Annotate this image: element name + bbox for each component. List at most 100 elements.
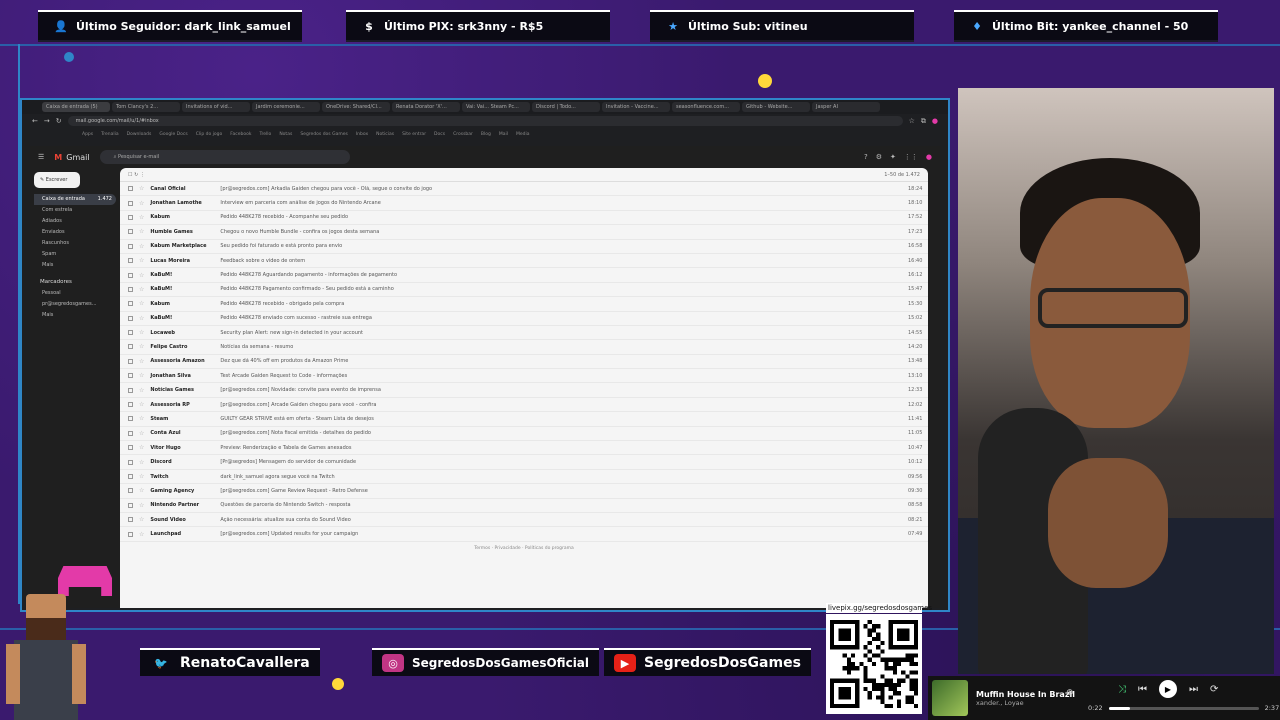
browser-tab[interactable]: Renata Dorator 'X'... [392, 102, 460, 112]
row-checkbox[interactable] [128, 358, 133, 364]
bookmark-item[interactable]: Inbox [356, 132, 368, 137]
email-row[interactable]: ☆ Nintendo Partner Questões de parceria do… [120, 499, 928, 513]
email-row[interactable]: ☆ Jonathan Lamothe Interview em parceria c… [120, 196, 928, 211]
email-row[interactable]: ☆ Canal Oficial [pr@segredos.com] Arkadia … [120, 182, 928, 197]
select-all-checkbox[interactable]: ☐ [128, 172, 132, 178]
url-field[interactable]: mail.google.com/mail/u/1/#inbox [67, 116, 903, 126]
star-icon[interactable]: ☆ [139, 387, 144, 394]
browser-tab[interactable]: Jasper AI [812, 102, 880, 112]
star-icon[interactable]: ☆ [139, 243, 144, 250]
menu-icon[interactable]: ☰ [38, 153, 44, 161]
star-icon[interactable]: ☆ [139, 401, 144, 408]
email-row[interactable]: ☆ Assessoria RP [pr@segredos.com] Arcade G… [120, 398, 928, 413]
row-checkbox[interactable] [128, 459, 133, 465]
star-icon[interactable]: ☆ [139, 473, 144, 480]
bookmark-star-icon[interactable]: ☆ [909, 117, 915, 125]
star-icon[interactable]: ☆ [139, 315, 144, 322]
row-checkbox[interactable] [128, 531, 133, 537]
row-checkbox[interactable] [128, 402, 133, 408]
row-checkbox[interactable] [128, 330, 133, 336]
email-row[interactable]: ☆ Twitch dark_link_samuel agora segue você… [120, 470, 928, 485]
email-row[interactable]: ☆ Vitor Hugo Preview: Renderização e Tabel… [120, 441, 928, 456]
shuffle-icon[interactable]: ⤨ [1118, 684, 1126, 695]
sidebar-item[interactable]: Caixa de entrada 1.472 [34, 194, 116, 205]
back-icon[interactable]: ← [32, 117, 38, 125]
more-icon[interactable]: ⋮ [140, 172, 145, 178]
star-icon[interactable]: ☆ [139, 502, 144, 509]
bookmark-item[interactable]: Clip do jogo [196, 132, 223, 137]
row-checkbox[interactable] [128, 301, 133, 307]
star-icon[interactable]: ☆ [139, 286, 144, 293]
row-checkbox[interactable] [128, 517, 133, 523]
forward-icon[interactable]: → [44, 117, 50, 125]
bookmark-item[interactable]: Trenalia [101, 132, 118, 137]
sidebar-item[interactable]: Mais [34, 260, 116, 271]
sidebar-item[interactable]: Adiados [34, 216, 116, 227]
star-icon[interactable]: ☆ [139, 516, 144, 523]
star-icon[interactable]: ☆ [139, 358, 144, 365]
browser-tab[interactable]: Discord | Todo... [532, 102, 600, 112]
star-icon[interactable]: ☆ [139, 300, 144, 307]
help-icon[interactable]: ? [864, 153, 868, 161]
bookmark-item[interactable]: Facebook [230, 132, 251, 137]
star-icon[interactable]: ☆ [139, 329, 144, 336]
star-icon[interactable]: ☆ [139, 531, 144, 538]
star-icon[interactable]: ☆ [139, 459, 144, 466]
row-checkbox[interactable] [128, 229, 133, 235]
email-row[interactable]: ☆ Steam GUILTY GEAR STRIVE está em oferta … [120, 412, 928, 427]
label-item[interactable]: Pessoal [34, 288, 116, 299]
email-row[interactable]: ☆ Locaweb Security plan Alert: new sign-in… [120, 326, 928, 341]
email-row[interactable]: ☆ Discord [Pr@segredos] Mensagem do servid… [120, 455, 928, 470]
previous-icon[interactable]: ⏮ [1138, 684, 1147, 695]
reload-icon[interactable]: ↻ [56, 117, 62, 125]
row-checkbox[interactable] [128, 272, 133, 278]
star-icon[interactable]: ☆ [139, 430, 144, 437]
next-icon[interactable]: ⏭ [1189, 684, 1198, 695]
email-row[interactable]: ☆ Jonathan Silva Test Arcade Gaiden Reques… [120, 369, 928, 384]
bookmark-item[interactable]: Blog [481, 132, 491, 137]
email-row[interactable]: ☆ Kabum Pedido 448K278 recebido - obrigado… [120, 297, 928, 312]
star-icon[interactable]: ☆ [139, 487, 144, 494]
email-row[interactable]: ☆ Kabum Marketplace Seu pedido foi faturad… [120, 240, 928, 254]
star-icon[interactable]: ☆ [139, 214, 144, 221]
bookmark-item[interactable]: Google Docs [159, 132, 187, 137]
bookmark-item[interactable]: Media [516, 132, 530, 137]
row-checkbox[interactable] [128, 474, 133, 479]
bookmark-item[interactable]: Downloads [127, 132, 152, 137]
email-row[interactable]: ☆ Gaming Agency [pr@segredos.com] Game Rev… [120, 484, 928, 499]
browser-tab[interactable]: Invitation - Vaccine... [602, 102, 670, 112]
sidebar-item[interactable]: Rascunhos [34, 238, 116, 249]
sidebar-item[interactable]: Com estrela [34, 205, 116, 216]
email-row[interactable]: ☆ Launchpad [pr@segredos.com] Updated resu… [120, 527, 928, 542]
email-row[interactable]: ☆ KaBuM! Pedido 448K278 Pagamento confirma… [120, 283, 928, 298]
bookmark-item[interactable]: Trello [259, 132, 271, 137]
row-checkbox[interactable] [128, 430, 133, 436]
bookmark-item[interactable]: Crossbar [453, 132, 473, 137]
browser-tab[interactable]: Invitations of vid... [182, 102, 250, 112]
browser-tab[interactable]: seasonfluence.com... [672, 102, 740, 112]
email-row[interactable]: ☆ Humble Games Chegou o novo Humble Bundle… [120, 225, 928, 240]
star-icon[interactable]: ☆ [139, 228, 144, 235]
star-icon[interactable]: ☆ [139, 272, 144, 279]
browser-tab[interactable]: OneDrive: Shared/Cl... [322, 102, 390, 112]
row-checkbox[interactable] [128, 243, 133, 249]
row-checkbox[interactable] [128, 445, 133, 451]
row-checkbox[interactable] [128, 416, 133, 422]
email-row[interactable]: ☆ Kabum Pedido 448K278 recebido - Acompanh… [120, 211, 928, 226]
apps-icon[interactable]: ⋮⋮ [904, 153, 918, 161]
row-checkbox[interactable] [128, 200, 133, 206]
row-checkbox[interactable] [128, 344, 133, 350]
star-icon[interactable]: ☆ [139, 343, 144, 350]
email-row[interactable]: ☆ KaBuM! Pedido 448K278 enviado com sucess… [120, 312, 928, 326]
row-checkbox[interactable] [128, 186, 133, 192]
row-checkbox[interactable] [128, 258, 133, 264]
add-favorite-icon[interactable]: ⊕ [1066, 688, 1074, 698]
bookmark-item[interactable]: Apps [82, 132, 93, 137]
bookmark-item[interactable]: Notas [279, 132, 292, 137]
star-icon[interactable]: ☆ [139, 185, 144, 192]
email-row[interactable]: ☆ Lucas Moreira Feedback sobre o vídeo de … [120, 254, 928, 269]
star-icon[interactable]: ☆ [139, 200, 144, 207]
search-input[interactable]: ⌕ Pesquisar e-mail [99, 150, 350, 164]
email-row[interactable]: ☆ Notícias Games [pr@segredos.com] Novidad… [120, 383, 928, 398]
sidebar-item[interactable]: Enviados [34, 227, 116, 238]
